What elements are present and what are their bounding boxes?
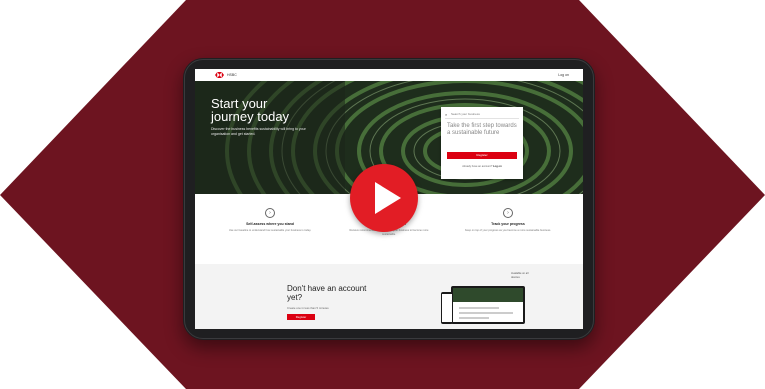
register-button[interactable]: Register	[447, 152, 517, 159]
cta-title: Don't have an account yet?	[287, 284, 367, 302]
laptop-text-line	[459, 317, 489, 319]
play-icon	[375, 182, 401, 214]
devices-label: Available on all devices	[511, 272, 529, 279]
business-search-input[interactable]: ⌕ Search your business	[445, 111, 519, 119]
feature-description: Keep on top of your progress as you beco…	[464, 229, 552, 232]
laptop-hero	[453, 288, 523, 302]
devices-illustration: Available on all devices	[441, 272, 533, 326]
feature-title: Self-assess where you stand	[246, 222, 294, 226]
account-cta-section: Don't have an account yet? Create one in…	[195, 264, 583, 329]
feature-item: › Self-assess where you stand Use our ba…	[225, 208, 315, 233]
phone-screen	[442, 294, 452, 322]
header-login-link[interactable]: Log on	[558, 72, 569, 78]
phone-illustration	[441, 292, 453, 324]
video-play-button[interactable]	[350, 164, 418, 232]
search-placeholder: Search your business	[451, 112, 480, 116]
feature-item: › Track your progress Keep on top of you…	[463, 208, 553, 233]
hero-title: Start your journey today	[211, 96, 290, 124]
signup-card-footer: Already have an account? Log on	[447, 165, 517, 169]
laptop-screen	[453, 288, 523, 322]
brand-name: HSBC	[227, 73, 237, 77]
feature-description: Use our baseline to understand how susta…	[228, 229, 312, 232]
cta-register-button[interactable]: Register	[287, 314, 315, 320]
signup-footer-text: Already have an account?	[462, 165, 493, 168]
laptop-illustration	[451, 286, 525, 324]
assess-icon: ›	[265, 208, 275, 218]
cta-subtitle: Create one in less than 5 minutes	[287, 306, 329, 310]
laptop-text-line	[459, 312, 513, 314]
card-login-link[interactable]: Log on	[493, 165, 502, 168]
hero-subtitle: Discover the business benefits sustainab…	[211, 127, 306, 136]
hsbc-logo-icon	[215, 72, 224, 78]
feature-title: Track your progress	[491, 222, 525, 226]
signup-card-heading: Take the first step towards a sustainabl…	[447, 123, 517, 136]
signup-card: ⌕ Search your business Take the first st…	[441, 107, 523, 179]
laptop-text-line	[459, 307, 499, 309]
video-thumbnail[interactable]: HSBC Log on Start your journey today Dis…	[0, 0, 765, 389]
progress-icon: ›	[503, 208, 513, 218]
search-icon: ⌕	[445, 112, 448, 117]
